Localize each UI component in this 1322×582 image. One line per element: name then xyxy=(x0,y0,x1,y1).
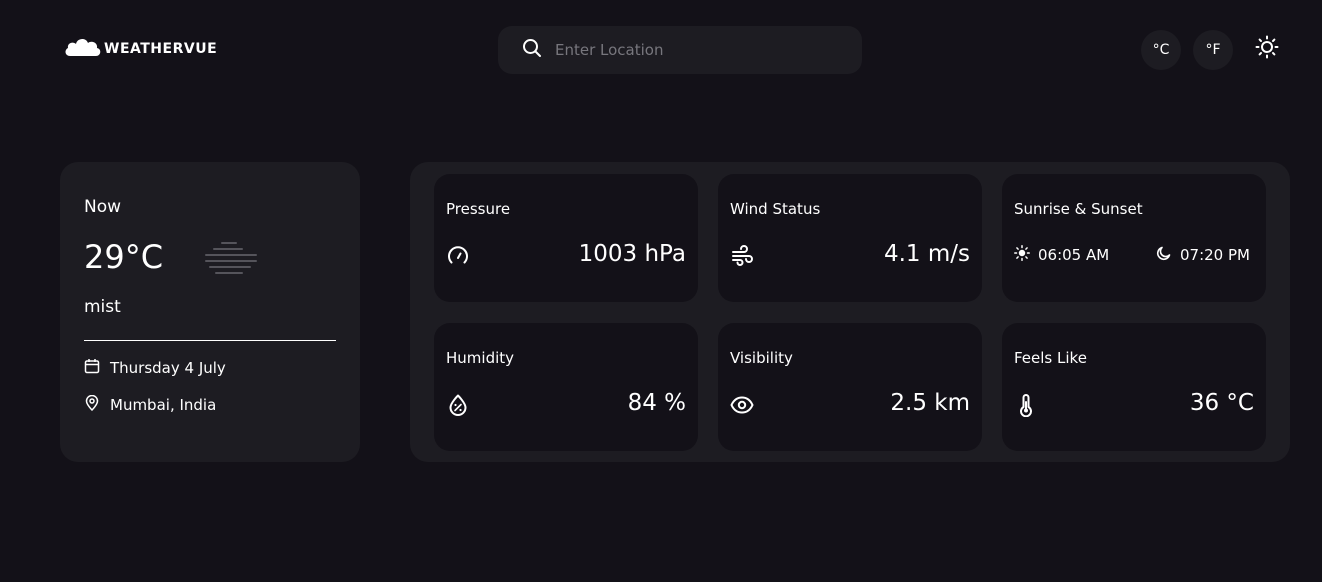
pressure-value: 1003 hPa xyxy=(578,241,686,267)
wind-title: Wind Status xyxy=(730,200,821,218)
droplet-icon xyxy=(446,393,470,417)
fahrenheit-button[interactable]: °F xyxy=(1193,30,1233,70)
humidity-title: Humidity xyxy=(446,349,515,367)
wind-value: 4.1 m/s xyxy=(883,241,970,267)
current-location: Mumbai, India xyxy=(110,396,217,414)
sun-title: Sunrise & Sunset xyxy=(1014,200,1143,218)
sun-icon xyxy=(1014,245,1030,265)
location-row: Mumbai, India xyxy=(84,394,217,415)
calendar-icon xyxy=(84,358,100,378)
thermometer-icon xyxy=(1014,393,1038,418)
weather-condition: mist xyxy=(84,297,121,317)
current-date: Thursday 4 July xyxy=(110,359,226,377)
mist-icon xyxy=(200,238,260,282)
humidity-value: 84 % xyxy=(627,390,686,416)
search-icon xyxy=(522,38,542,62)
visibility-value: 2.5 km xyxy=(890,390,970,416)
celsius-button[interactable]: °C xyxy=(1141,30,1181,70)
highlights-panel: Pressure 1003 hPa Wind Status 4.1 m/s Su… xyxy=(410,162,1290,462)
feels-like-title: Feels Like xyxy=(1014,349,1087,367)
sunset-time: 07:20 PM xyxy=(1180,246,1250,264)
eye-icon xyxy=(730,393,754,417)
current-temperature: 29°C xyxy=(84,238,164,276)
map-pin-icon xyxy=(84,394,100,415)
pressure-title: Pressure xyxy=(446,200,511,218)
visibility-title: Visibility xyxy=(730,349,793,367)
wind-icon xyxy=(730,244,754,268)
sun-card: Sunrise & Sunset 06:05 AM 07:20 PM xyxy=(1002,174,1266,302)
wind-card: Wind Status 4.1 m/s xyxy=(718,174,982,302)
theme-toggle-sun-icon[interactable] xyxy=(1255,35,1279,59)
app-header: WEATHERVUE °C °F xyxy=(0,0,1322,100)
logo[interactable]: WEATHERVUE xyxy=(64,36,217,62)
pressure-card: Pressure 1003 hPa xyxy=(434,174,698,302)
sunrise-time: 06:05 AM xyxy=(1038,246,1110,264)
moon-icon xyxy=(1156,245,1172,265)
current-weather-card: Now 29°C mist Thursday 4 July Mumbai, In… xyxy=(60,162,360,462)
feels-like-card: Feels Like 36 °C xyxy=(1002,323,1266,451)
humidity-card: Humidity 84 % xyxy=(434,323,698,451)
search-bar[interactable] xyxy=(498,26,862,74)
visibility-card: Visibility 2.5 km xyxy=(718,323,982,451)
sunset-item: 07:20 PM xyxy=(1156,245,1250,265)
cloud-icon xyxy=(64,36,102,62)
now-label: Now xyxy=(84,197,122,217)
feels-like-value: 36 °C xyxy=(1189,390,1254,416)
divider xyxy=(84,340,336,341)
sunrise-item: 06:05 AM xyxy=(1014,245,1109,265)
search-input[interactable] xyxy=(555,41,835,59)
gauge-icon xyxy=(446,244,470,268)
logo-text: WEATHERVUE xyxy=(104,41,218,57)
date-row: Thursday 4 July xyxy=(84,358,226,378)
